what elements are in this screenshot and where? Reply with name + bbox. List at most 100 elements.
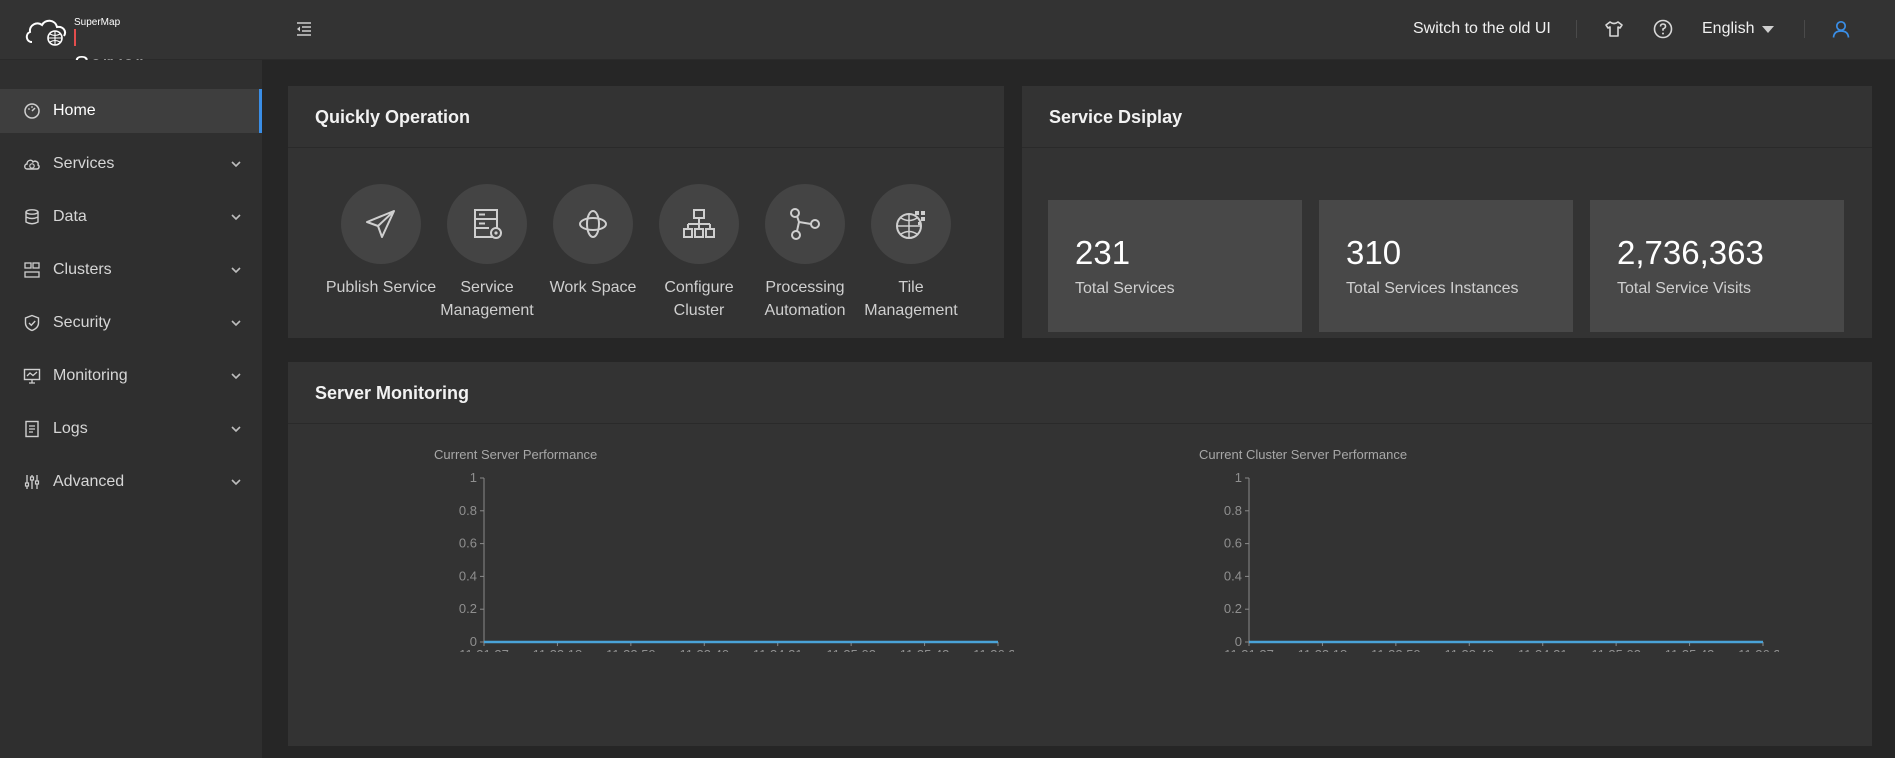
sidebar: Home Services Data Clusters Security Mon… [0, 60, 262, 758]
y-tick-label: 0.2 [1224, 601, 1242, 616]
stat-card-total-instances: 310 Total Services Instances [1319, 200, 1573, 332]
panel-divider [288, 147, 1004, 148]
icon-circle [553, 184, 633, 264]
x-tick-label: 11:33:40 [1444, 647, 1494, 652]
sidebar-item-label: Logs [53, 420, 88, 437]
hierarchy-icon [683, 209, 715, 238]
server-performance-chart: 00.20.40.60.8111:31:3711:32:1811:32:5911… [434, 470, 1023, 662]
y-tick-label: 0.4 [459, 568, 477, 583]
y-tick-label: 0.2 [459, 601, 477, 616]
sidebar-item-data[interactable]: Data [0, 195, 262, 239]
y-tick-label: 0.8 [459, 503, 477, 518]
icon-circle [447, 184, 527, 264]
supermap-logo[interactable]: SuperMap Server [24, 14, 144, 77]
stat-value: 310 [1346, 234, 1402, 271]
logo-i-bar [74, 29, 76, 46]
x-tick-label: 11:34:21 [753, 647, 803, 652]
x-tick-label: 11:32:18 [533, 647, 583, 652]
x-tick-label: 11:34:21 [1518, 647, 1568, 652]
cluster-icon [24, 262, 40, 278]
sidebar-item-label: Advanced [53, 473, 125, 490]
stat-card-total-services: 231 Total Services [1048, 200, 1302, 332]
language-select[interactable]: English [1702, 20, 1754, 38]
sidebar-item-home[interactable]: Home [0, 89, 262, 133]
menu-fold-icon[interactable] [293, 18, 315, 40]
y-tick-label: 0.4 [1224, 568, 1242, 583]
panel-title: Quickly Operation [315, 107, 471, 127]
help-icon[interactable] [1652, 18, 1674, 40]
user-icon[interactable] [1830, 18, 1852, 40]
stat-value: 2,736,363 [1617, 234, 1764, 271]
x-tick-label: 11:32:59 [1371, 647, 1421, 652]
sidebar-item-label: Security [53, 314, 111, 331]
sidebar-item-logs[interactable]: Logs [0, 407, 262, 451]
sliders-icon [24, 475, 40, 489]
sidebar-item-label: Services [53, 155, 115, 172]
sidebar-item-advanced[interactable]: Advanced [0, 460, 262, 504]
sidebar-item-label: Monitoring [53, 367, 128, 384]
quick-operation-panel: Quickly Operation Publish Service Servic… [288, 86, 1004, 338]
stat-card-total-visits: 2,736,363 Total Service Visits [1590, 200, 1844, 332]
panel-title: Service Dsiplay [1049, 107, 1183, 127]
x-tick-label: 11:32:18 [1298, 647, 1348, 652]
sidebar-item-services[interactable]: Services [0, 142, 262, 186]
x-tick-label: 11:33:40 [679, 647, 729, 652]
switch-old-ui-link[interactable]: Switch to the old UI [1413, 20, 1551, 38]
database-icon [25, 209, 39, 225]
server-monitoring-panel: Server Monitoring Current Server Perform… [288, 362, 1872, 746]
quick-item-label: Processing Automation [764, 279, 846, 319]
quick-item-label: Work Space [549, 279, 637, 296]
globe-tiles-icon [896, 211, 925, 239]
caret-down-icon[interactable] [1762, 26, 1774, 33]
header-divider [1804, 20, 1805, 38]
service-display-panel: Service Dsiplay 231 Total Services 310 T… [1022, 86, 1872, 338]
chevron-down-icon [231, 426, 241, 433]
dashboard-icon [24, 103, 40, 119]
workflow-icon [790, 208, 820, 240]
x-tick-label: 11:35:43 [1665, 647, 1715, 652]
chevron-down-icon [231, 320, 241, 327]
x-tick-label: 11:35:43 [900, 647, 950, 652]
x-tick-label: 11:32:59 [606, 647, 656, 652]
log-icon [25, 420, 39, 438]
y-tick-label: 0.6 [459, 536, 477, 551]
sidebar-item-label: Clusters [53, 261, 112, 278]
cloud-icon [24, 159, 40, 170]
cluster-performance-chart: 00.20.40.60.8111:31:3711:32:1811:32:5911… [1199, 470, 1788, 662]
sidebar-item-label: Home [53, 102, 96, 119]
y-tick-label: 0.6 [1224, 536, 1242, 551]
chart-title: Current Cluster Server Performance [1199, 447, 1408, 462]
chart-title: Current Server Performance [434, 447, 598, 462]
icon-circle [341, 184, 421, 264]
orbit-icon [579, 210, 607, 238]
quick-item-label: Service Management [440, 279, 534, 319]
theme-shirt-icon[interactable] [1603, 18, 1625, 40]
header-divider [1576, 20, 1577, 38]
sidebar-item-label: Data [53, 208, 87, 225]
sidebar-item-clusters[interactable]: Clusters [0, 248, 262, 292]
x-tick-label: 11:36:24 [1738, 647, 1779, 652]
panel-divider [1022, 147, 1872, 148]
sidebar-item-monitoring[interactable]: Monitoring [0, 354, 262, 398]
quick-item-label: Publish Service [325, 279, 437, 296]
server-gear-icon [474, 209, 502, 239]
paper-plane-icon [366, 210, 395, 238]
stat-label: Total Service Visits [1617, 280, 1751, 297]
chevron-down-icon [231, 161, 241, 168]
shield-icon [24, 314, 40, 332]
x-tick-label: 11:31:37 [459, 647, 509, 652]
panel-divider [288, 423, 1872, 424]
stat-label: Total Services [1075, 280, 1175, 297]
top-header: SuperMap Server Switch to the old UI Eng… [0, 0, 1895, 77]
chevron-down-icon [231, 479, 241, 486]
stat-label: Total Services Instances [1346, 280, 1519, 297]
x-tick-label: 11:31:37 [1224, 647, 1274, 652]
quick-item-label: Tile Management [864, 279, 958, 319]
chevron-down-icon [231, 267, 241, 274]
icon-circle [871, 184, 951, 264]
x-tick-label: 11:36:24 [973, 647, 1014, 652]
chevron-down-icon [231, 214, 241, 221]
sidebar-item-security[interactable]: Security [0, 301, 262, 345]
cloud-globe-icon [25, 19, 67, 46]
quick-item-label: Configure Cluster [664, 279, 734, 319]
